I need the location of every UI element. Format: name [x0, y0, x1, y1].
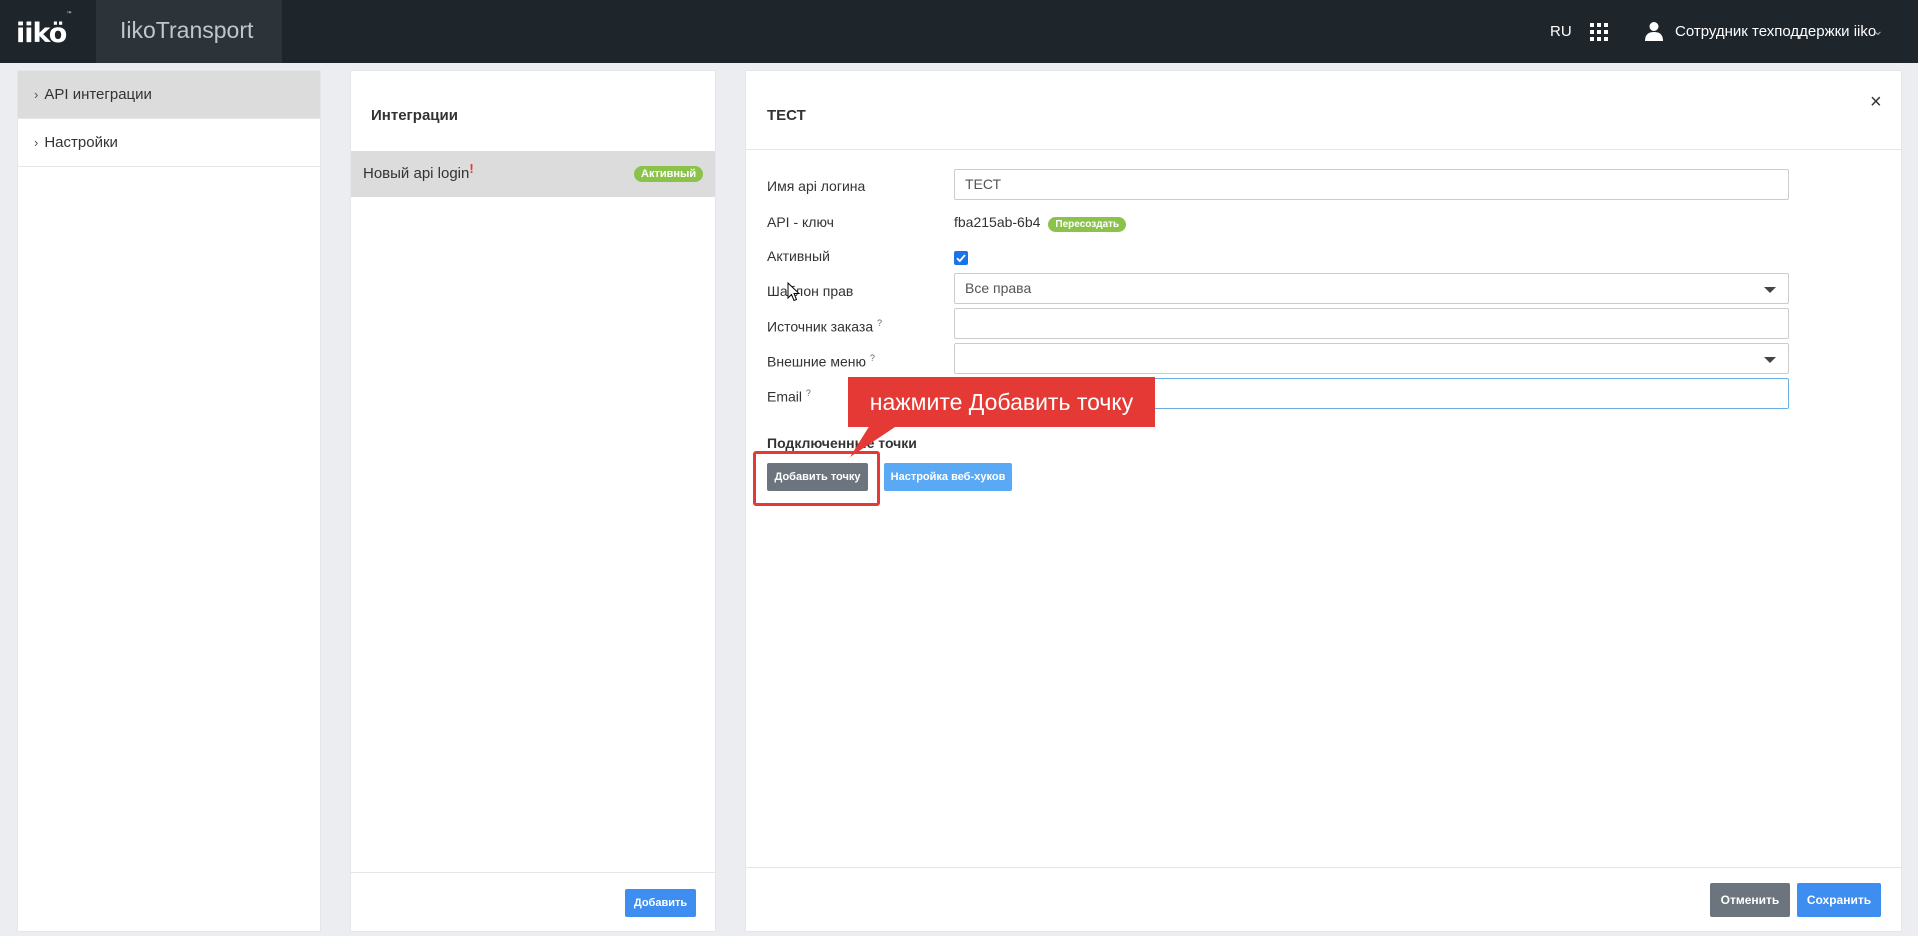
- regenerate-key-button[interactable]: Пересоздать: [1048, 217, 1127, 232]
- sidebar-item-label: API интеграции: [44, 86, 152, 103]
- alert-icon: !: [469, 161, 474, 176]
- rights-template-label: Шаблон прав: [767, 283, 854, 299]
- help-icon: ?: [805, 388, 811, 398]
- sidebar: › API интеграции › Настройки: [17, 70, 321, 932]
- add-integration-button[interactable]: Добавить: [625, 889, 696, 917]
- mouse-cursor-icon: [787, 282, 801, 302]
- integration-detail-panel: ТЕСТ × Имя api логина ТЕСТ API - ключ fb…: [745, 70, 1902, 932]
- webhooks-settings-button[interactable]: Настройка веб-хуков: [884, 463, 1012, 491]
- save-button[interactable]: Сохранить: [1797, 883, 1881, 917]
- dropdown-arrow-icon: [1764, 357, 1776, 363]
- external-menu-label: Внешние меню ?: [767, 353, 875, 370]
- dropdown-arrow-icon: [1764, 287, 1776, 293]
- app-title-box[interactable]: IikoTransport: [96, 0, 282, 63]
- user-icon[interactable]: [1645, 21, 1663, 41]
- iiko-logo[interactable]: iikö™: [16, 11, 72, 49]
- order-source-label: Источник заказа ?: [767, 318, 883, 335]
- help-icon: ?: [869, 353, 875, 363]
- apps-grid-icon[interactable]: [1590, 23, 1608, 41]
- help-icon: ?: [877, 318, 883, 328]
- annotation-highlight-box: [753, 451, 880, 506]
- language-switcher[interactable]: RU: [1550, 23, 1572, 40]
- email-label: Email ?: [767, 388, 811, 405]
- integration-list-item[interactable]: Новый api login! Активный: [351, 151, 715, 197]
- chevron-right-icon: ›: [34, 87, 39, 102]
- sidebar-item-settings[interactable]: › Настройки: [18, 119, 320, 167]
- api-key-label: API - ключ: [767, 214, 834, 230]
- user-name[interactable]: Сотрудник техподдержки iiko: [1675, 23, 1876, 40]
- divider: [746, 867, 1901, 868]
- login-name-input[interactable]: ТЕСТ: [954, 169, 1789, 200]
- cancel-button[interactable]: Отменить: [1710, 883, 1790, 917]
- integrations-title: Интеграции: [371, 107, 458, 124]
- divider: [746, 149, 1901, 150]
- integration-item-label: Новый api login!: [363, 161, 474, 182]
- sidebar-item-api-integrations[interactable]: › API интеграции: [18, 71, 320, 119]
- close-icon[interactable]: ×: [1870, 91, 1882, 114]
- active-label: Активный: [767, 248, 830, 264]
- integrations-panel: Интеграции Новый api login! Активный Доб…: [350, 70, 716, 932]
- login-name-label: Имя api логина: [767, 178, 866, 194]
- active-checkbox[interactable]: [954, 251, 968, 265]
- api-key-value: fba215ab-6b4 Пересоздать: [954, 214, 1127, 232]
- rights-template-select[interactable]: Все права: [954, 273, 1789, 304]
- external-menu-select[interactable]: [954, 343, 1789, 374]
- order-source-input[interactable]: [954, 308, 1789, 339]
- detail-title: ТЕСТ: [767, 107, 806, 124]
- status-badge: Активный: [634, 166, 704, 182]
- app-title: IikoTransport: [120, 17, 254, 43]
- sidebar-item-label: Настройки: [44, 134, 118, 151]
- annotation-callout: нажмите Добавить точку: [848, 377, 1155, 427]
- divider: [351, 872, 715, 873]
- chevron-right-icon: ›: [34, 135, 39, 150]
- chevron-down-icon[interactable]: ⌄: [1872, 22, 1884, 39]
- top-header: iikö™ IikoTransport RU Сотрудник техподд…: [0, 0, 1918, 63]
